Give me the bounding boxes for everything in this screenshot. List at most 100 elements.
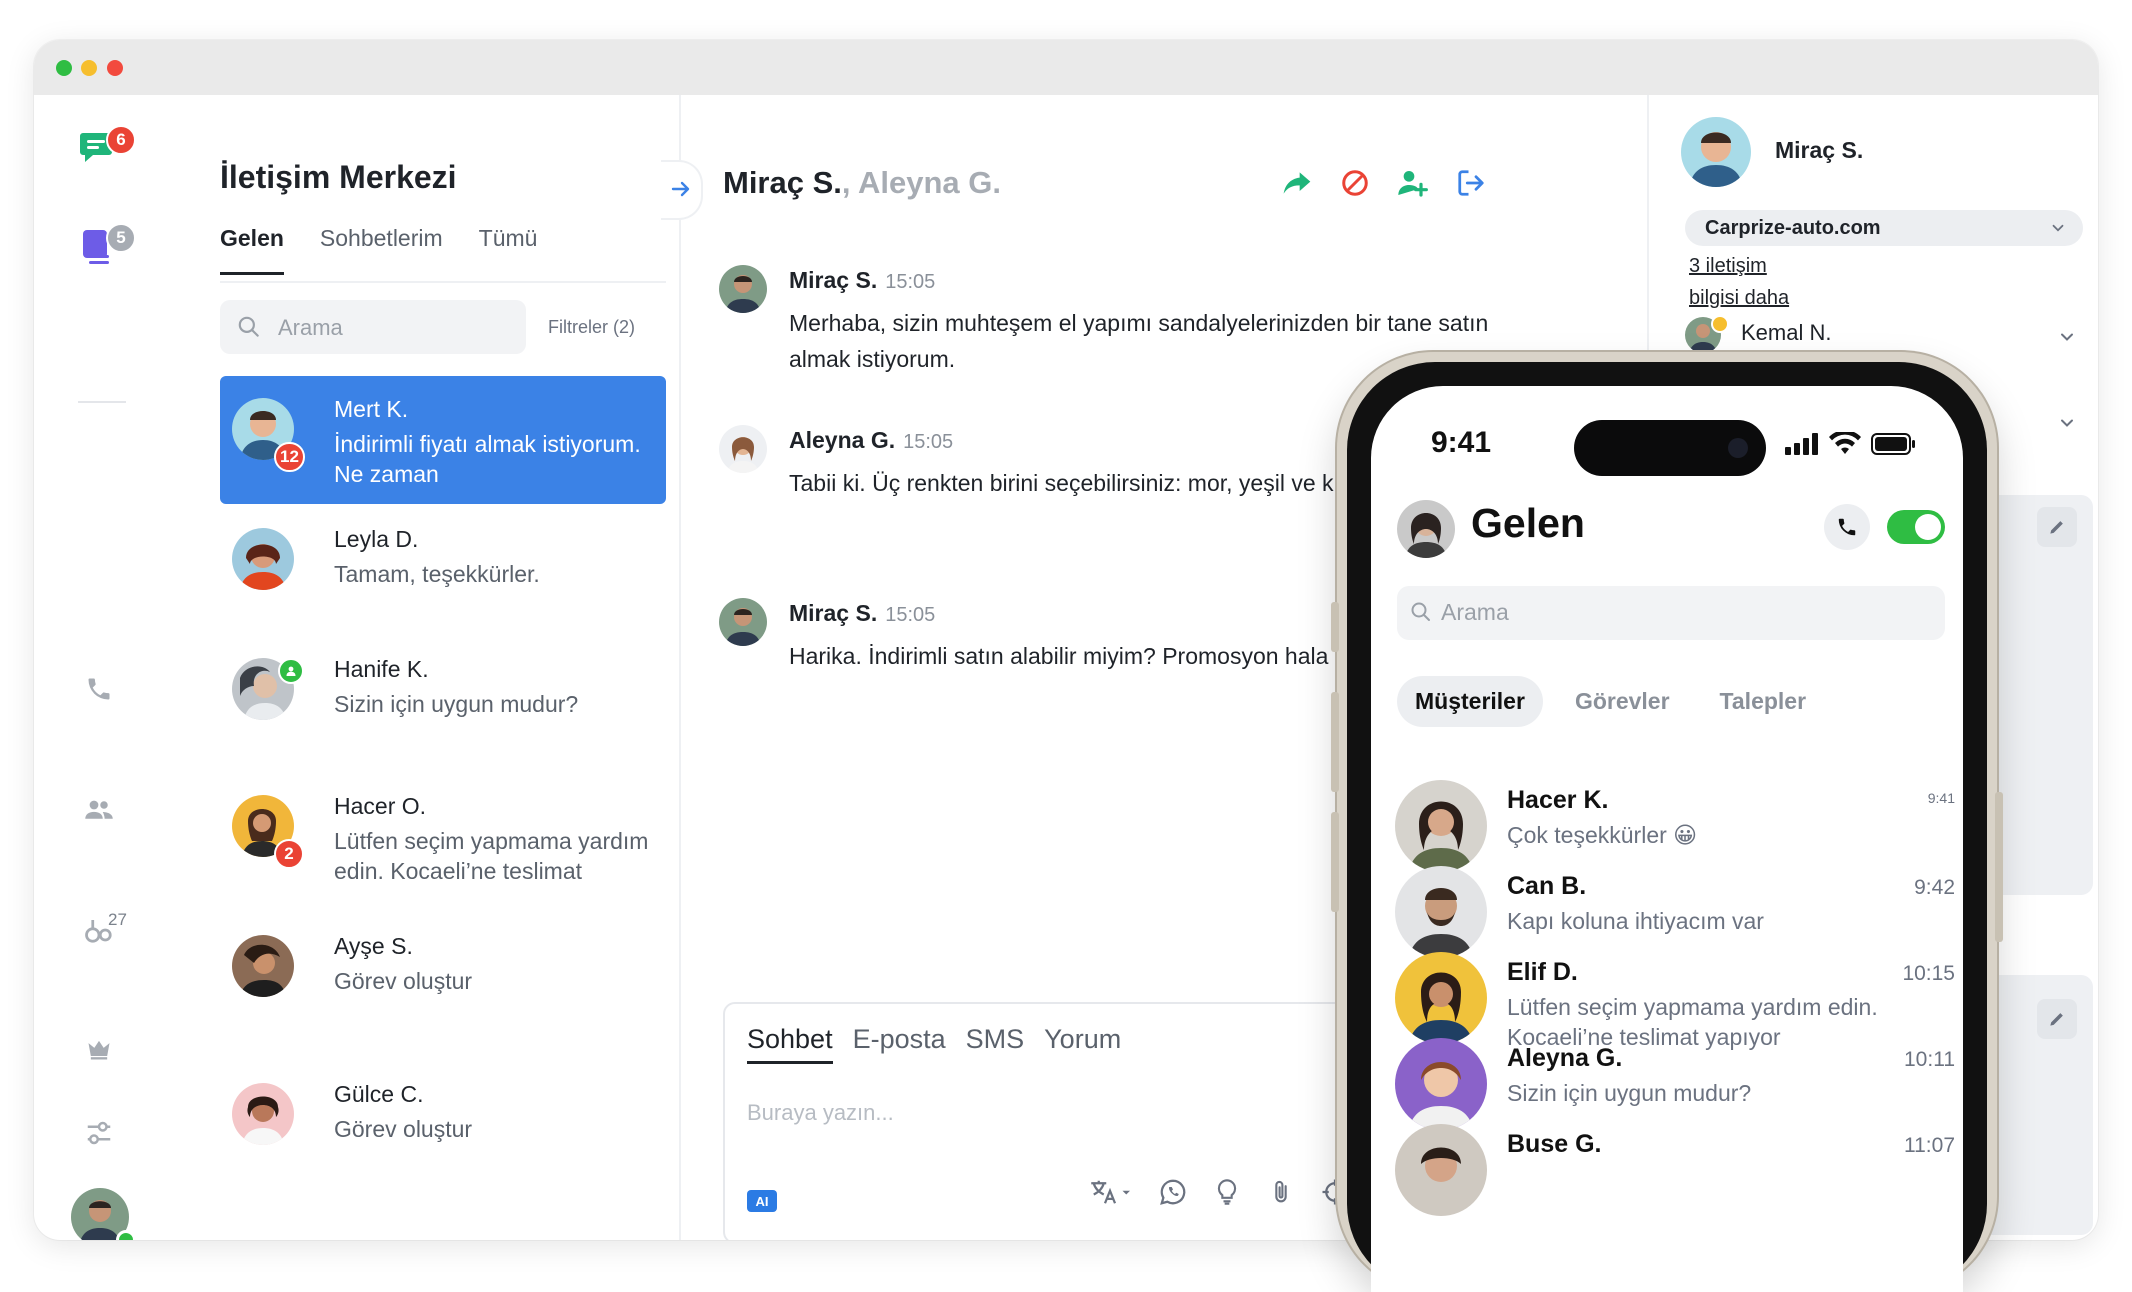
tab-gorevler[interactable]: Görevler bbox=[1557, 676, 1688, 727]
pencil-icon bbox=[2050, 521, 2063, 534]
contact-last-message: Kapı koluna ihtiyacım var bbox=[1507, 908, 1764, 934]
author-name: Aleyna G. bbox=[789, 427, 896, 453]
avatar bbox=[719, 598, 767, 646]
more-contacts-link[interactable]: 3 iletişim bbox=[1689, 255, 1767, 278]
paperclip-icon bbox=[1275, 1180, 1287, 1203]
contact-name: Hacer K. bbox=[1507, 786, 1609, 814]
contact-name: Buse G. bbox=[1507, 1130, 1602, 1158]
list-item[interactable]: 2 Hacer O. Lütfen seçim yapmama yardım e… bbox=[220, 773, 666, 901]
phone-power-button bbox=[1995, 792, 2003, 942]
chat-secondary-participant: Aleyna G. bbox=[857, 165, 1001, 200]
phone-screen: 9:41 Gelen Arama Müşteriler Görevler Tal… bbox=[1371, 386, 1963, 1292]
list-tabs: Gelen Sohbetlerim Tümü bbox=[220, 225, 573, 275]
window-minimize-button[interactable] bbox=[81, 60, 97, 76]
block-icon bbox=[1342, 170, 1368, 196]
filters-button[interactable]: Filtreler (2) bbox=[548, 317, 635, 338]
list-item[interactable]: Hanife K. Sizin için uygun mudur? bbox=[220, 636, 666, 764]
call-button[interactable] bbox=[1824, 504, 1870, 550]
whatsapp-icon bbox=[1160, 1179, 1186, 1205]
avatar bbox=[719, 265, 767, 313]
add-participant-button[interactable] bbox=[1395, 165, 1431, 201]
tab-sohbetlerim[interactable]: Sohbetlerim bbox=[320, 225, 443, 275]
chevron-down-icon[interactable] bbox=[2057, 327, 2077, 347]
rail-item-calls[interactable] bbox=[34, 675, 164, 703]
message-time: 9:41 bbox=[1927, 790, 1955, 806]
toggle-knob bbox=[1915, 514, 1941, 540]
phone-volume-up-button bbox=[1331, 692, 1339, 792]
rail-item-chats[interactable] bbox=[34, 127, 164, 171]
rail-item-premium[interactable] bbox=[34, 1035, 164, 1063]
whatsapp-button[interactable] bbox=[1157, 1176, 1189, 1208]
phone-mockup: 9:41 Gelen Arama Müşteriler Görevler Tal… bbox=[1331, 352, 2003, 1292]
title-bar bbox=[34, 40, 2098, 95]
message-author: Miraç S. 15:05 bbox=[789, 600, 935, 627]
contact-last-message: Sizin için uygun mudur? bbox=[1507, 1080, 1752, 1106]
rail-item-settings[interactable] bbox=[34, 1118, 164, 1148]
logout-icon bbox=[1458, 170, 1484, 196]
list-item[interactable]: Buse G. 11:07 bbox=[1395, 1124, 1955, 1234]
contact-name: Can B. bbox=[1507, 872, 1587, 900]
window-close-button[interactable] bbox=[56, 60, 72, 76]
tab-sms[interactable]: SMS bbox=[966, 1024, 1025, 1064]
dynamic-island bbox=[1574, 420, 1766, 476]
avatar bbox=[1395, 952, 1487, 1044]
integrations-count: 27 bbox=[108, 910, 127, 929]
edit-button[interactable] bbox=[2037, 507, 2077, 547]
block-button[interactable] bbox=[1337, 165, 1373, 201]
phone-icon bbox=[88, 678, 110, 700]
tab-musteriler[interactable]: Müşteriler bbox=[1397, 676, 1543, 727]
contact-last-message: İndirimli fiyatı almak istiyorum. Ne zam… bbox=[334, 431, 641, 487]
rail-item-integrations[interactable] bbox=[34, 915, 164, 945]
window-zoom-button[interactable] bbox=[107, 60, 123, 76]
translate-button[interactable] bbox=[1085, 1176, 1135, 1208]
contact-name: Ayşe S. bbox=[334, 933, 413, 959]
collapse-list-button[interactable] bbox=[661, 160, 703, 220]
contact-name: Mert K. bbox=[334, 396, 409, 422]
tab-talepler[interactable]: Talepler bbox=[1702, 676, 1825, 727]
list-item[interactable]: 12 Mert K. İndirimli fiyatı almak istiyo… bbox=[220, 376, 666, 504]
avatar bbox=[1395, 1124, 1487, 1216]
signal-icon bbox=[1785, 433, 1818, 455]
status-icons bbox=[1785, 432, 1917, 456]
phone-search-input[interactable]: Arama bbox=[1397, 586, 1945, 640]
chats-badge: 6 bbox=[106, 125, 136, 155]
contact-last-message: Tamam, teşekkürler. bbox=[334, 561, 540, 587]
phone-icon bbox=[1838, 518, 1856, 536]
contact-name: Hacer O. bbox=[334, 793, 427, 819]
rail-item-tasks[interactable] bbox=[34, 225, 164, 269]
search-input[interactable]: Arama bbox=[220, 300, 526, 354]
avatar bbox=[1395, 866, 1487, 958]
attach-button[interactable] bbox=[1265, 1176, 1297, 1208]
list-item[interactable]: Gülce C. Görev oluştur bbox=[220, 1061, 666, 1189]
tasks-badge: 5 bbox=[106, 223, 136, 253]
forward-button[interactable] bbox=[1279, 165, 1315, 201]
message-input[interactable]: Buraya yazın... bbox=[747, 1100, 894, 1126]
translate-icon bbox=[1091, 1180, 1130, 1204]
avatar[interactable] bbox=[1397, 500, 1455, 558]
avatar bbox=[719, 425, 767, 473]
contact-name: Elif D. bbox=[1507, 958, 1578, 986]
conversation-list-panel: İletişim Merkezi Gelen Sohbetlerim Tümü … bbox=[164, 95, 681, 1240]
tab-e-posta[interactable]: E-posta bbox=[853, 1024, 946, 1064]
company-select[interactable]: Carprize-auto.com bbox=[1685, 210, 2083, 246]
composer-channel-tabs: Sohbet E-posta SMS Yorum bbox=[747, 1024, 1141, 1064]
list-item[interactable]: Ayşe S. Görev oluştur bbox=[220, 913, 666, 1041]
tab-gelen[interactable]: Gelen bbox=[220, 225, 284, 275]
tab-yorum[interactable]: Yorum bbox=[1044, 1024, 1121, 1064]
availability-toggle[interactable] bbox=[1887, 510, 1945, 544]
list-item[interactable]: Leyla D. Tamam, teşekkürler. bbox=[220, 506, 666, 634]
tab-sohbet[interactable]: Sohbet bbox=[747, 1024, 833, 1064]
contact-name: Gülce C. bbox=[334, 1081, 424, 1107]
idea-button[interactable] bbox=[1211, 1176, 1243, 1208]
participant-separator: , bbox=[841, 165, 851, 200]
edit-button[interactable] bbox=[2037, 999, 2077, 1039]
rail-item-contacts[interactable] bbox=[34, 795, 164, 825]
tab-tumu[interactable]: Tümü bbox=[479, 225, 538, 275]
leave-chat-button[interactable] bbox=[1453, 165, 1489, 201]
assigned-agent: Kemal N. bbox=[1741, 320, 1832, 345]
message-time: 11:07 bbox=[1904, 1134, 1955, 1157]
chat-actions bbox=[1279, 165, 1489, 201]
ai-assistant-button[interactable]: AI bbox=[747, 1190, 777, 1212]
chevron-down-icon[interactable] bbox=[2057, 413, 2077, 433]
more-info-link[interactable]: bilgisi daha bbox=[1689, 287, 1789, 310]
